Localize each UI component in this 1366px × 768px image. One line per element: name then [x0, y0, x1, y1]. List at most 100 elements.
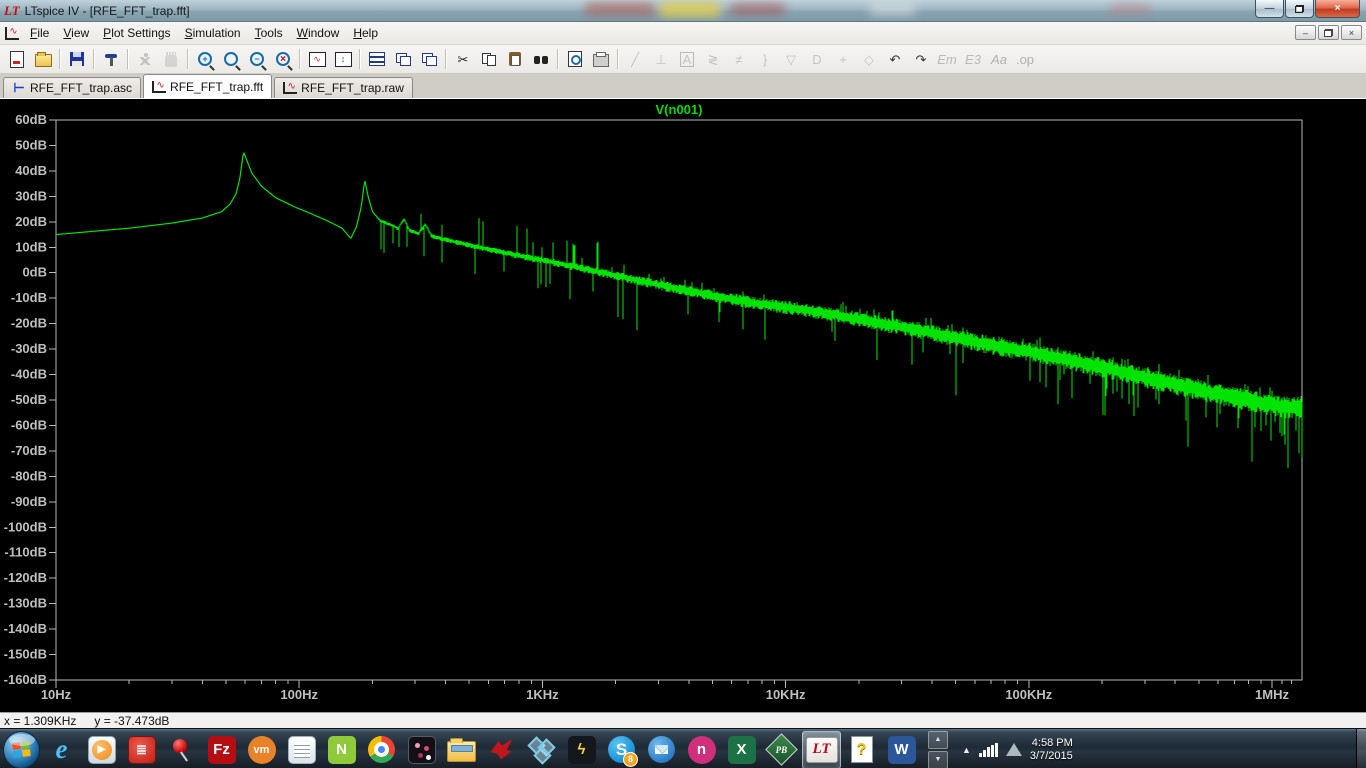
menu-simulation[interactable]: Simulation — [178, 23, 248, 43]
place-component-button[interactable]: D — [805, 48, 829, 71]
tile-horizontal-button[interactable] — [365, 48, 389, 71]
undo-button[interactable]: ↶ — [883, 48, 907, 71]
magnifier-icon: × — [276, 52, 290, 66]
internet-explorer-icon[interactable]: e — [42, 731, 81, 768]
close-button[interactable]: × — [1315, 0, 1360, 18]
place-ground-button[interactable]: ⊥ — [649, 48, 673, 71]
svg-text:20dB: 20dB — [15, 214, 47, 229]
app-logo-icon: LT — [4, 2, 20, 18]
pan-zoom-button[interactable]: ↕ — [331, 48, 355, 71]
menu-tools[interactable]: Tools — [248, 23, 290, 43]
excel-icon[interactable]: X — [722, 731, 761, 768]
drive-tray-icon[interactable] — [1005, 743, 1022, 756]
calibre-icon[interactable]: ≣ — [122, 731, 161, 768]
windows-explorer-icon[interactable] — [442, 731, 481, 768]
eagle-icon[interactable] — [482, 731, 521, 768]
svg-text:100KHz: 100KHz — [1005, 687, 1052, 702]
open-button[interactable] — [31, 48, 55, 71]
scroll-down-button[interactable]: ▼ — [928, 750, 948, 768]
powerbasic-icon[interactable]: PB — [762, 731, 801, 768]
child-minimize-button[interactable]: – — [1295, 25, 1316, 40]
start-button[interactable] — [2, 730, 41, 768]
place-capacitor-button[interactable]: ≠ — [727, 48, 751, 71]
zoom-in-button[interactable]: + — [193, 48, 217, 71]
drag-button[interactable]: ◇ — [857, 48, 881, 71]
control-panel-button[interactable] — [99, 48, 123, 71]
show-desktop-button[interactable] — [1356, 729, 1366, 768]
ltspice-taskbar-button[interactable]: LT — [802, 730, 841, 768]
fft-plot-canvas[interactable]: 60dB 50dB 40dB 30dB 20dB 10dB 0dB -10dB -20dB -30… — [0, 99, 1366, 712]
tab-RFE_FFT_trap.raw[interactable]: ∿ RFE_FFT_trap.raw — [274, 77, 413, 98]
menu-view[interactable]: View — [56, 23, 96, 43]
new-schematic-button[interactable] — [5, 48, 29, 71]
redo-button[interactable]: ↷ — [909, 48, 933, 71]
child-close-button[interactable]: × — [1341, 25, 1362, 40]
hand-icon — [165, 51, 177, 67]
text-button[interactable]: Aa — [987, 48, 1011, 71]
place-label-button[interactable]: A — [675, 48, 699, 71]
menu-help[interactable]: Help — [346, 23, 385, 43]
svg-text:40dB: 40dB — [15, 163, 47, 178]
draw-wire-button[interactable]: ╱ — [623, 48, 647, 71]
cascade-button[interactable] — [391, 48, 415, 71]
notepad-icon[interactable] — [282, 731, 321, 768]
thunderbird-icon[interactable] — [642, 731, 681, 768]
copy-button[interactable] — [477, 48, 501, 71]
notepad-plus-plus-icon-glyph: N — [327, 735, 356, 764]
run-button[interactable] — [133, 48, 157, 71]
spice-directive-button[interactable]: .op — [1013, 48, 1037, 71]
menu-window[interactable]: Window — [290, 23, 347, 43]
vmware-player-icon[interactable]: vm — [242, 731, 281, 768]
zoom-full-extents-button[interactable]: × — [271, 48, 295, 71]
halt-button[interactable] — [159, 48, 183, 71]
help-file-icon[interactable]: ? — [842, 731, 881, 768]
menu-file[interactable]: File — [23, 23, 56, 43]
place-diode-button[interactable]: ▽ — [779, 48, 803, 71]
autorange-y-button[interactable]: ∿ — [305, 48, 329, 71]
svg-text:-160dB: -160dB — [4, 672, 47, 687]
print-preview-button[interactable] — [563, 48, 587, 71]
tab-RFE_FFT_trap.asc[interactable]: ⊢ RFE_FFT_trap.asc — [3, 77, 142, 98]
media-player-icon[interactable]: ▶ — [82, 731, 121, 768]
save-button[interactable] — [65, 48, 89, 71]
minimize-button[interactable]: — — [1255, 0, 1284, 18]
print-button[interactable] — [589, 48, 613, 71]
taskbar-clock[interactable]: 4:58 PM 3/7/2015 — [1030, 737, 1073, 763]
dotted-app-icon[interactable] — [402, 731, 441, 768]
network-signal-icon[interactable] — [978, 742, 998, 757]
plot-pane[interactable]: 60dB 50dB 40dB 30dB 20dB 10dB 0dB -10dB -20dB -30… — [0, 99, 1366, 712]
mirror-button[interactable]: Em — [935, 48, 959, 71]
hexagon-app-icon[interactable] — [522, 731, 561, 768]
arrange-windows-button[interactable] — [417, 48, 441, 71]
taskbar-scroller: ▲ ▼ — [928, 730, 948, 768]
restore-button[interactable] — [1285, 0, 1314, 18]
chip-app-icon[interactable]: ϟ — [562, 731, 601, 768]
n-app-icon[interactable]: n — [682, 731, 721, 768]
place-inductor-button[interactable]: } — [753, 48, 777, 71]
svg-text:10dB: 10dB — [15, 239, 47, 254]
paste-button[interactable] — [503, 48, 527, 71]
filezilla-icon-glyph: Fz — [207, 735, 236, 764]
chrome-icon[interactable] — [362, 731, 401, 768]
scroll-up-button[interactable]: ▲ — [928, 730, 948, 749]
place-resistor-button[interactable]: ≷ — [701, 48, 725, 71]
move-button[interactable]: + — [831, 48, 855, 71]
show-hidden-icons-button[interactable]: ▲ — [962, 745, 971, 755]
child-restore-button[interactable] — [1318, 25, 1339, 40]
zoom-out-button[interactable]: − — [245, 48, 269, 71]
rotate-button[interactable]: E3 — [961, 48, 985, 71]
zoom-window-button[interactable] — [219, 48, 243, 71]
cut-button[interactable]: ✂ — [451, 48, 475, 71]
filezilla-icon[interactable]: Fz — [202, 731, 241, 768]
menu-plot-settings[interactable]: Plot Settings — [96, 23, 177, 43]
trace-label[interactable]: V(n001) — [656, 102, 703, 117]
word-icon[interactable]: W — [882, 731, 921, 768]
casc-icon — [395, 52, 411, 66]
notepad-plus-plus-icon[interactable]: N — [322, 731, 361, 768]
svg-text:30dB: 30dB — [15, 188, 47, 203]
find-button[interactable] — [529, 48, 553, 71]
tab-RFE_FFT_trap.fft[interactable]: ∿ RFE_FFT_trap.fft — [143, 74, 273, 98]
skype-icon[interactable]: 8S — [602, 731, 641, 768]
taskbar: e ▶ ≣ Fz vm Nϟ 8 S n X PB LT? W ▲ ▼ ▲ 4:58 PM 3/7/20… — [0, 728, 1366, 768]
pushpin-icon[interactable] — [162, 731, 201, 768]
